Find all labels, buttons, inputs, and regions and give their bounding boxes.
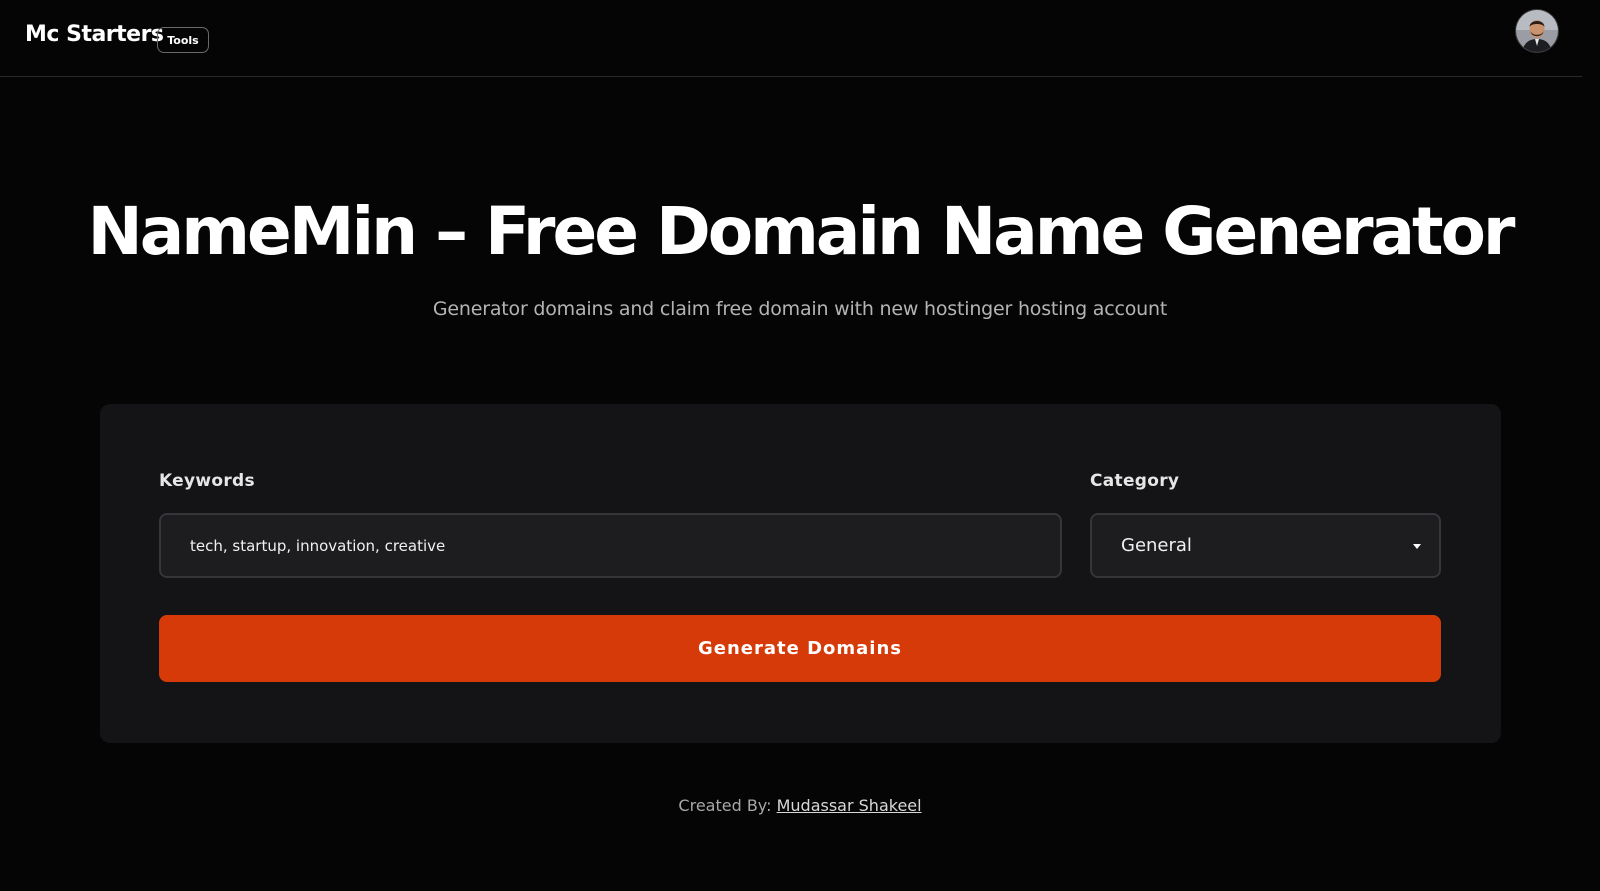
top-header: Mc Starters Tools <box>0 0 1582 77</box>
generate-domains-button[interactable]: Generate Domains <box>159 615 1441 682</box>
site-logo[interactable]: Mc Starters <box>25 22 164 47</box>
author-link[interactable]: Mudassar Shakeel <box>777 796 922 815</box>
footer-created-by-label: Created By: <box>678 796 772 815</box>
keywords-input[interactable]: tech, startup, innovation, creative <box>159 513 1062 578</box>
category-select[interactable]: General <box>1090 513 1441 578</box>
keywords-label: Keywords <box>159 471 255 491</box>
avatar-image <box>1516 10 1558 52</box>
chevron-down-icon <box>1413 544 1421 549</box>
tools-badge[interactable]: Tools <box>157 27 209 53</box>
keywords-input-value: tech, startup, innovation, creative <box>190 536 446 555</box>
category-select-value: General <box>1121 535 1192 556</box>
generator-card: Keywords Category tech, startup, innovat… <box>100 404 1501 743</box>
page: Mc Starters Tools NameMin – Free Domain … <box>0 0 1600 891</box>
footer: Created By: Mudassar Shakeel <box>0 796 1600 815</box>
page-title: NameMin – Free Domain Name Generator <box>87 193 1516 270</box>
user-avatar-icon[interactable] <box>1515 9 1559 53</box>
page-subtitle: Generator domains and claim free domain … <box>432 298 1168 320</box>
category-label: Category <box>1090 471 1180 491</box>
